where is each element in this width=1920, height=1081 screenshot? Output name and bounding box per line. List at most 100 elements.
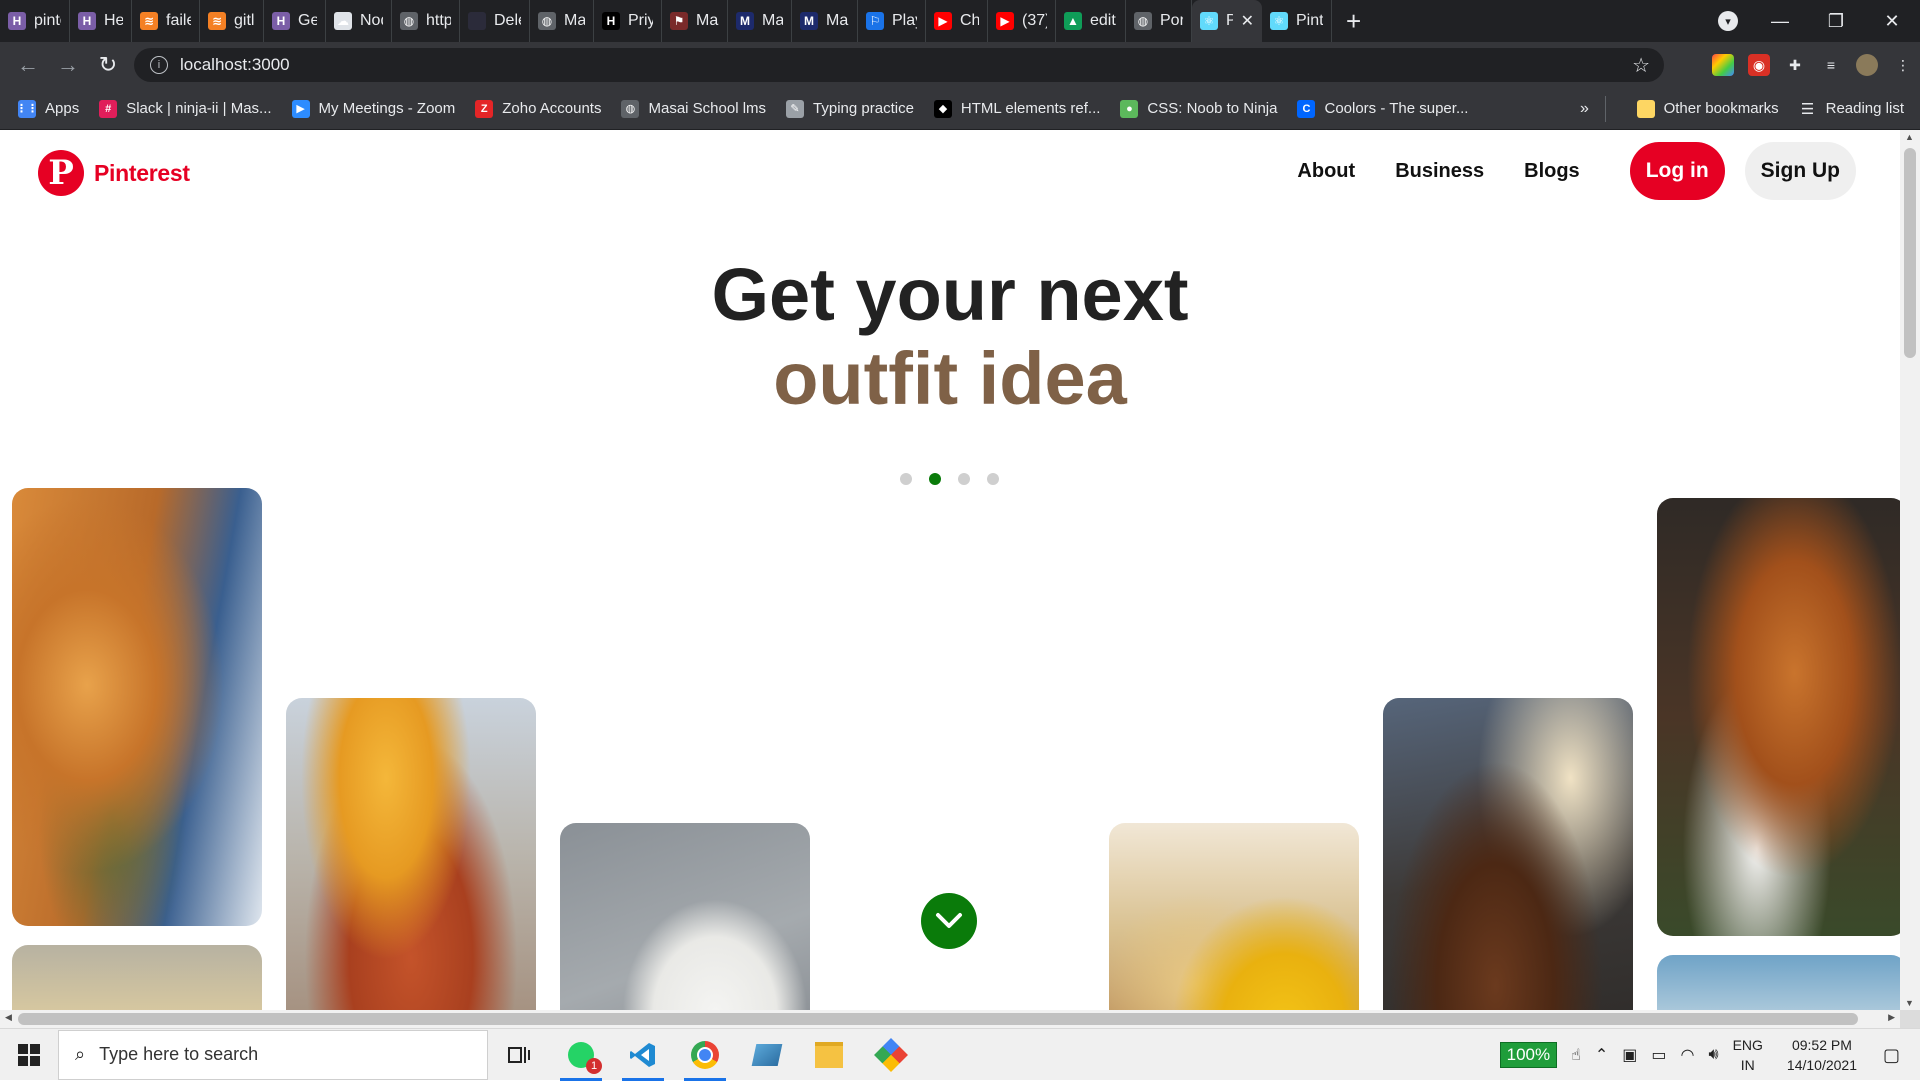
- clock-time: 09:52 PM: [1791, 1037, 1852, 1053]
- file-explorer-taskbar-app[interactable]: [798, 1029, 860, 1081]
- screenshot-extension-icon[interactable]: ◉: [1748, 54, 1770, 76]
- bookmark-item[interactable]: ⋮⋮ Apps: [8, 99, 89, 118]
- address-bar[interactable]: i localhost:3000 ☆: [134, 48, 1664, 82]
- food-image-tile[interactable]: [1657, 955, 1900, 1010]
- bookmark-item[interactable]: ● CSS: Noob to Ninja: [1110, 99, 1287, 118]
- food-image-bowl[interactable]: [560, 823, 810, 1010]
- bookmark-item[interactable]: # Slack | ninja-ii | Mas...: [89, 99, 281, 118]
- bookmark-item[interactable]: ✎ Typing practice: [776, 99, 924, 118]
- browser-tab[interactable]: ◍ Mah: [530, 0, 594, 42]
- battery-percentage[interactable]: 100%: [1499, 1042, 1558, 1068]
- touch-icon[interactable]: ☝: [1571, 1045, 1581, 1065]
- browser-tab[interactable]: H Gett: [264, 0, 326, 42]
- reading-list-icon[interactable]: ≡: [1820, 54, 1842, 76]
- volume-icon[interactable]: 🔊︎: [1708, 1046, 1718, 1064]
- forward-button[interactable]: →: [48, 52, 88, 78]
- browser-tab[interactable]: Dele: [460, 0, 530, 42]
- scroll-down-arrow-icon[interactable]: ▼: [1905, 998, 1914, 1008]
- taskbar-search[interactable]: ⌕ Type here to search: [58, 1029, 488, 1080]
- login-button[interactable]: Log in: [1629, 142, 1725, 200]
- reading-list-button[interactable]: ☰ Reading list: [1789, 100, 1914, 118]
- browser-tab[interactable]: ⚐ Play: [858, 0, 926, 42]
- scroll-down-button[interactable]: [921, 893, 977, 949]
- browser-tab[interactable]: Hpinte: [0, 0, 70, 42]
- reload-button[interactable]: ↻: [88, 52, 128, 78]
- browser-tab[interactable]: ◍ Port: [1126, 0, 1192, 42]
- minimize-button[interactable]: —: [1752, 11, 1808, 32]
- new-tab-button[interactable]: +: [1346, 6, 1361, 37]
- extensions-puzzle-icon[interactable]: ✚: [1784, 54, 1806, 76]
- signup-button[interactable]: Sign Up: [1744, 142, 1856, 200]
- close-window-button[interactable]: ✕: [1864, 11, 1920, 32]
- carousel-dot[interactable]: [987, 473, 999, 485]
- food-image-tile[interactable]: [12, 945, 262, 1010]
- clock[interactable]: 09:52 PM 14/10/2021: [1787, 1035, 1857, 1075]
- bookmark-item[interactable]: Z Zoho Accounts: [465, 99, 611, 118]
- food-image-salmon[interactable]: [286, 698, 536, 1010]
- food-image-platter[interactable]: [1109, 823, 1359, 1010]
- tab-search-button[interactable]: ▾: [1718, 11, 1738, 31]
- nav-blogs-link[interactable]: Blogs: [1524, 160, 1580, 183]
- horizontal-scrollbar[interactable]: ◀ ▶: [0, 1010, 1900, 1028]
- browser-tab[interactable]: M Mah: [792, 0, 858, 42]
- scroll-right-arrow-icon[interactable]: ▶: [1888, 1012, 1895, 1023]
- vertical-scrollbar[interactable]: ▲ ▼: [1900, 130, 1920, 1010]
- horizontal-scroll-thumb[interactable]: [18, 1013, 1858, 1025]
- restore-button[interactable]: ❐: [1808, 11, 1864, 32]
- browser-tab[interactable]: ≋ gitla: [200, 0, 264, 42]
- browser-tab[interactable]: ▲ edit: [1056, 0, 1126, 42]
- browser-tab[interactable]: ▶ Cha: [926, 0, 988, 42]
- browser-tab[interactable]: H Herc: [70, 0, 132, 42]
- carousel-dot[interactable]: [900, 473, 912, 485]
- bookmark-star-icon[interactable]: ☆: [1632, 53, 1650, 78]
- language-indicator[interactable]: ENG IN: [1733, 1035, 1763, 1075]
- back-button[interactable]: ←: [8, 52, 48, 78]
- browser-tab-active[interactable]: ⚛ P ✕: [1192, 0, 1262, 42]
- other-bookmarks-folder[interactable]: Other bookmarks: [1627, 99, 1789, 118]
- tab-favicon-icon: H: [78, 12, 96, 30]
- chrome-taskbar-app[interactable]: [674, 1029, 736, 1081]
- profile-avatar[interactable]: [1856, 54, 1878, 76]
- browser-tab[interactable]: ⚛ Pinte: [1262, 0, 1332, 42]
- bookmark-item[interactable]: ▶ My Meetings - Zoom: [282, 99, 466, 118]
- carousel-dot[interactable]: [929, 473, 941, 485]
- start-button[interactable]: [0, 1043, 58, 1066]
- bookmark-item[interactable]: C Coolors - The super...: [1287, 99, 1478, 118]
- vertical-scroll-thumb[interactable]: [1904, 148, 1916, 358]
- whatsapp-taskbar-app[interactable]: 1: [550, 1029, 612, 1081]
- site-info-icon[interactable]: i: [150, 56, 168, 74]
- browser-tab[interactable]: H Priya: [594, 0, 662, 42]
- food-image-lasagna[interactable]: [12, 488, 262, 926]
- scroll-left-arrow-icon[interactable]: ◀: [5, 1012, 12, 1023]
- notifications-icon[interactable]: ▢: [1883, 1045, 1900, 1066]
- browser-tab[interactable]: ▶ (37): [988, 0, 1056, 42]
- color-picker-extension-icon[interactable]: [1712, 54, 1734, 76]
- browser-menu-icon[interactable]: ⋮: [1892, 54, 1914, 76]
- colorful-app-taskbar-icon[interactable]: [860, 1029, 922, 1081]
- browser-tab[interactable]: ☁ Nod: [326, 0, 392, 42]
- battery-icon[interactable]: ▭: [1651, 1045, 1666, 1065]
- vscode-taskbar-app[interactable]: [612, 1029, 674, 1081]
- browser-tab[interactable]: M Mah: [728, 0, 792, 42]
- app-taskbar-icon[interactable]: [736, 1029, 798, 1081]
- browser-tab[interactable]: ≋ faile: [132, 0, 200, 42]
- bookmark-item[interactable]: ◍ Masai School lms: [611, 99, 776, 118]
- bookmark-item[interactable]: ◆ HTML elements ref...: [924, 99, 1110, 118]
- tab-favicon-icon: ⚐: [866, 12, 884, 30]
- pinterest-logo[interactable]: P Pinterest: [38, 150, 190, 196]
- nav-business-link[interactable]: Business: [1395, 160, 1484, 183]
- wifi-icon[interactable]: ◠: [1681, 1045, 1695, 1065]
- scroll-up-arrow-icon[interactable]: ▲: [1905, 132, 1914, 142]
- food-image-fried-chicken[interactable]: [1657, 498, 1900, 936]
- device-icon[interactable]: ▣: [1622, 1045, 1637, 1065]
- more-bookmarks-button[interactable]: »: [1580, 100, 1589, 118]
- browser-tab[interactable]: ◍ http: [392, 0, 460, 42]
- task-view-button[interactable]: [488, 1029, 550, 1081]
- nav-about-link[interactable]: About: [1297, 160, 1355, 183]
- browser-tab[interactable]: ⚑ Mas: [662, 0, 728, 42]
- carousel-dot[interactable]: [958, 473, 970, 485]
- tray-chevron-up-icon[interactable]: ⌃: [1595, 1045, 1608, 1065]
- food-image-curry[interactable]: [1383, 698, 1633, 1010]
- close-tab-icon[interactable]: ✕: [1241, 11, 1254, 31]
- url-text[interactable]: localhost:3000: [180, 55, 290, 75]
